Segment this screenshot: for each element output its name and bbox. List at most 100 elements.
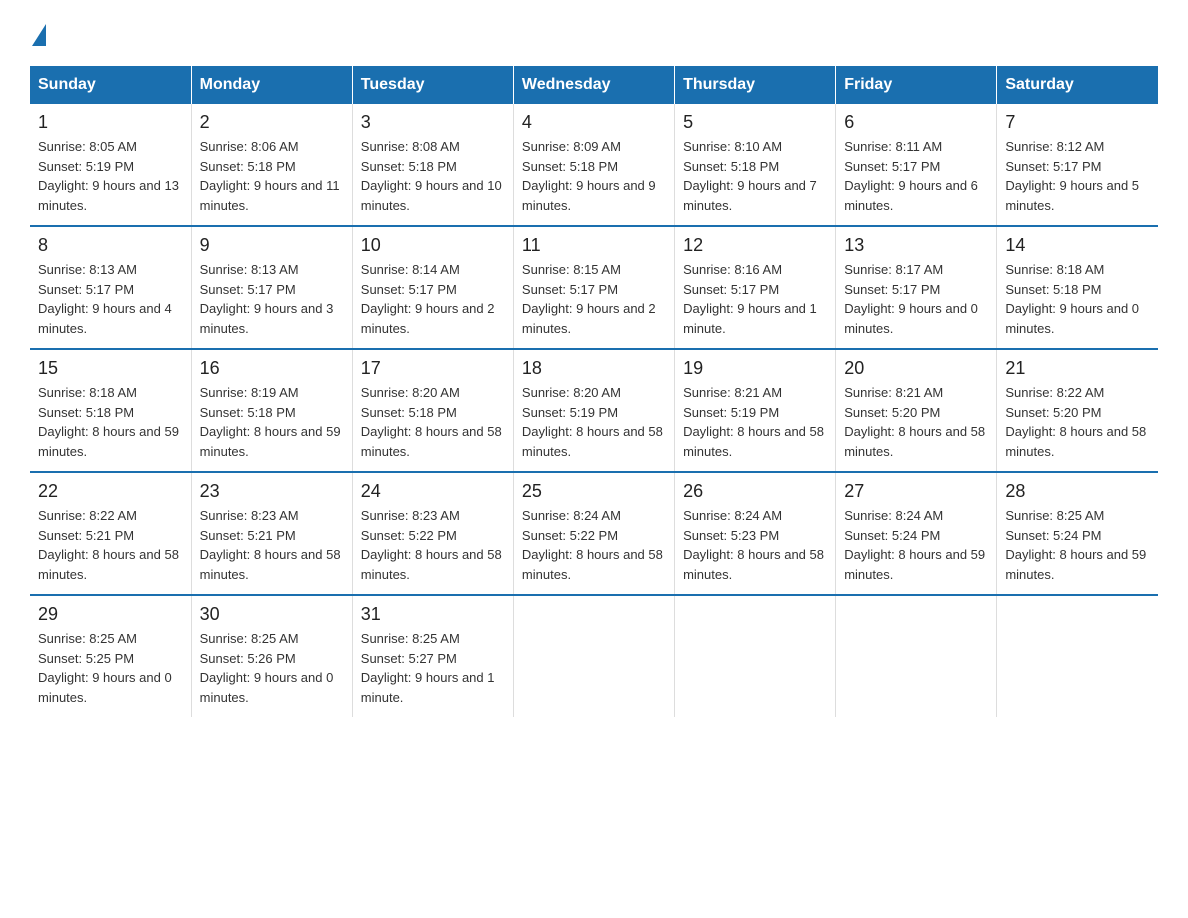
day-number: 7 bbox=[1005, 112, 1150, 133]
day-number: 9 bbox=[200, 235, 344, 256]
day-number: 13 bbox=[844, 235, 988, 256]
day-info: Sunrise: 8:24 AMSunset: 5:24 PMDaylight:… bbox=[844, 506, 988, 584]
day-number: 6 bbox=[844, 112, 988, 133]
calendar-day-cell: 5 Sunrise: 8:10 AMSunset: 5:18 PMDayligh… bbox=[675, 104, 836, 226]
weekday-header-saturday: Saturday bbox=[997, 66, 1158, 104]
day-info: Sunrise: 8:08 AMSunset: 5:18 PMDaylight:… bbox=[361, 137, 505, 215]
calendar-day-cell: 30 Sunrise: 8:25 AMSunset: 5:26 PMDaylig… bbox=[191, 595, 352, 717]
calendar-week-row: 22 Sunrise: 8:22 AMSunset: 5:21 PMDaylig… bbox=[30, 472, 1158, 595]
day-info: Sunrise: 8:21 AMSunset: 5:20 PMDaylight:… bbox=[844, 383, 988, 461]
day-info: Sunrise: 8:25 AMSunset: 5:25 PMDaylight:… bbox=[38, 629, 183, 707]
day-number: 4 bbox=[522, 112, 666, 133]
day-info: Sunrise: 8:12 AMSunset: 5:17 PMDaylight:… bbox=[1005, 137, 1150, 215]
day-info: Sunrise: 8:25 AMSunset: 5:24 PMDaylight:… bbox=[1005, 506, 1150, 584]
day-number: 11 bbox=[522, 235, 666, 256]
calendar-day-cell: 21 Sunrise: 8:22 AMSunset: 5:20 PMDaylig… bbox=[997, 349, 1158, 472]
day-info: Sunrise: 8:24 AMSunset: 5:23 PMDaylight:… bbox=[683, 506, 827, 584]
day-info: Sunrise: 8:11 AMSunset: 5:17 PMDaylight:… bbox=[844, 137, 988, 215]
day-info: Sunrise: 8:09 AMSunset: 5:18 PMDaylight:… bbox=[522, 137, 666, 215]
day-number: 17 bbox=[361, 358, 505, 379]
day-info: Sunrise: 8:18 AMSunset: 5:18 PMDaylight:… bbox=[38, 383, 183, 461]
day-number: 2 bbox=[200, 112, 344, 133]
day-number: 1 bbox=[38, 112, 183, 133]
day-info: Sunrise: 8:22 AMSunset: 5:21 PMDaylight:… bbox=[38, 506, 183, 584]
calendar-day-cell: 17 Sunrise: 8:20 AMSunset: 5:18 PMDaylig… bbox=[352, 349, 513, 472]
weekday-header-friday: Friday bbox=[836, 66, 997, 104]
calendar-day-cell: 14 Sunrise: 8:18 AMSunset: 5:18 PMDaylig… bbox=[997, 226, 1158, 349]
calendar-day-cell: 24 Sunrise: 8:23 AMSunset: 5:22 PMDaylig… bbox=[352, 472, 513, 595]
day-number: 15 bbox=[38, 358, 183, 379]
day-info: Sunrise: 8:23 AMSunset: 5:22 PMDaylight:… bbox=[361, 506, 505, 584]
calendar-day-cell: 4 Sunrise: 8:09 AMSunset: 5:18 PMDayligh… bbox=[513, 104, 674, 226]
day-number: 25 bbox=[522, 481, 666, 502]
calendar-day-cell bbox=[513, 595, 674, 717]
day-number: 10 bbox=[361, 235, 505, 256]
day-info: Sunrise: 8:06 AMSunset: 5:18 PMDaylight:… bbox=[200, 137, 344, 215]
day-info: Sunrise: 8:21 AMSunset: 5:19 PMDaylight:… bbox=[683, 383, 827, 461]
calendar-day-cell bbox=[997, 595, 1158, 717]
logo-triangle-icon bbox=[32, 24, 46, 46]
calendar-day-cell: 28 Sunrise: 8:25 AMSunset: 5:24 PMDaylig… bbox=[997, 472, 1158, 595]
calendar-day-cell: 31 Sunrise: 8:25 AMSunset: 5:27 PMDaylig… bbox=[352, 595, 513, 717]
calendar-week-row: 1 Sunrise: 8:05 AMSunset: 5:19 PMDayligh… bbox=[30, 104, 1158, 226]
day-info: Sunrise: 8:15 AMSunset: 5:17 PMDaylight:… bbox=[522, 260, 666, 338]
calendar-day-cell bbox=[836, 595, 997, 717]
day-number: 29 bbox=[38, 604, 183, 625]
day-info: Sunrise: 8:13 AMSunset: 5:17 PMDaylight:… bbox=[38, 260, 183, 338]
calendar-day-cell: 9 Sunrise: 8:13 AMSunset: 5:17 PMDayligh… bbox=[191, 226, 352, 349]
day-number: 20 bbox=[844, 358, 988, 379]
day-info: Sunrise: 8:25 AMSunset: 5:27 PMDaylight:… bbox=[361, 629, 505, 707]
page-header bbox=[30, 20, 1158, 46]
day-number: 5 bbox=[683, 112, 827, 133]
day-number: 12 bbox=[683, 235, 827, 256]
calendar-day-cell: 7 Sunrise: 8:12 AMSunset: 5:17 PMDayligh… bbox=[997, 104, 1158, 226]
day-info: Sunrise: 8:19 AMSunset: 5:18 PMDaylight:… bbox=[200, 383, 344, 461]
weekday-header-thursday: Thursday bbox=[675, 66, 836, 104]
day-number: 28 bbox=[1005, 481, 1150, 502]
day-number: 14 bbox=[1005, 235, 1150, 256]
calendar-day-cell: 26 Sunrise: 8:24 AMSunset: 5:23 PMDaylig… bbox=[675, 472, 836, 595]
weekday-header-sunday: Sunday bbox=[30, 66, 191, 104]
calendar-day-cell: 13 Sunrise: 8:17 AMSunset: 5:17 PMDaylig… bbox=[836, 226, 997, 349]
calendar-day-cell: 1 Sunrise: 8:05 AMSunset: 5:19 PMDayligh… bbox=[30, 104, 191, 226]
day-number: 31 bbox=[361, 604, 505, 625]
day-number: 22 bbox=[38, 481, 183, 502]
day-number: 23 bbox=[200, 481, 344, 502]
calendar-day-cell: 15 Sunrise: 8:18 AMSunset: 5:18 PMDaylig… bbox=[30, 349, 191, 472]
day-number: 16 bbox=[200, 358, 344, 379]
calendar-day-cell: 16 Sunrise: 8:19 AMSunset: 5:18 PMDaylig… bbox=[191, 349, 352, 472]
calendar-day-cell: 8 Sunrise: 8:13 AMSunset: 5:17 PMDayligh… bbox=[30, 226, 191, 349]
weekday-header-row: SundayMondayTuesdayWednesdayThursdayFrid… bbox=[30, 66, 1158, 104]
weekday-header-wednesday: Wednesday bbox=[513, 66, 674, 104]
calendar-week-row: 29 Sunrise: 8:25 AMSunset: 5:25 PMDaylig… bbox=[30, 595, 1158, 717]
day-info: Sunrise: 8:24 AMSunset: 5:22 PMDaylight:… bbox=[522, 506, 666, 584]
day-info: Sunrise: 8:20 AMSunset: 5:19 PMDaylight:… bbox=[522, 383, 666, 461]
day-number: 30 bbox=[200, 604, 344, 625]
calendar-week-row: 8 Sunrise: 8:13 AMSunset: 5:17 PMDayligh… bbox=[30, 226, 1158, 349]
weekday-header-tuesday: Tuesday bbox=[352, 66, 513, 104]
calendar-day-cell: 20 Sunrise: 8:21 AMSunset: 5:20 PMDaylig… bbox=[836, 349, 997, 472]
day-number: 24 bbox=[361, 481, 505, 502]
calendar-day-cell: 18 Sunrise: 8:20 AMSunset: 5:19 PMDaylig… bbox=[513, 349, 674, 472]
day-number: 19 bbox=[683, 358, 827, 379]
day-number: 8 bbox=[38, 235, 183, 256]
day-info: Sunrise: 8:14 AMSunset: 5:17 PMDaylight:… bbox=[361, 260, 505, 338]
day-info: Sunrise: 8:16 AMSunset: 5:17 PMDaylight:… bbox=[683, 260, 827, 338]
calendar-day-cell: 22 Sunrise: 8:22 AMSunset: 5:21 PMDaylig… bbox=[30, 472, 191, 595]
calendar-day-cell: 27 Sunrise: 8:24 AMSunset: 5:24 PMDaylig… bbox=[836, 472, 997, 595]
day-info: Sunrise: 8:13 AMSunset: 5:17 PMDaylight:… bbox=[200, 260, 344, 338]
calendar-table: SundayMondayTuesdayWednesdayThursdayFrid… bbox=[30, 66, 1158, 717]
day-info: Sunrise: 8:23 AMSunset: 5:21 PMDaylight:… bbox=[200, 506, 344, 584]
day-number: 27 bbox=[844, 481, 988, 502]
calendar-day-cell: 6 Sunrise: 8:11 AMSunset: 5:17 PMDayligh… bbox=[836, 104, 997, 226]
day-info: Sunrise: 8:05 AMSunset: 5:19 PMDaylight:… bbox=[38, 137, 183, 215]
weekday-header-monday: Monday bbox=[191, 66, 352, 104]
calendar-day-cell: 12 Sunrise: 8:16 AMSunset: 5:17 PMDaylig… bbox=[675, 226, 836, 349]
day-info: Sunrise: 8:22 AMSunset: 5:20 PMDaylight:… bbox=[1005, 383, 1150, 461]
day-info: Sunrise: 8:17 AMSunset: 5:17 PMDaylight:… bbox=[844, 260, 988, 338]
calendar-day-cell: 10 Sunrise: 8:14 AMSunset: 5:17 PMDaylig… bbox=[352, 226, 513, 349]
calendar-day-cell: 11 Sunrise: 8:15 AMSunset: 5:17 PMDaylig… bbox=[513, 226, 674, 349]
day-number: 3 bbox=[361, 112, 505, 133]
calendar-day-cell: 19 Sunrise: 8:21 AMSunset: 5:19 PMDaylig… bbox=[675, 349, 836, 472]
day-info: Sunrise: 8:18 AMSunset: 5:18 PMDaylight:… bbox=[1005, 260, 1150, 338]
